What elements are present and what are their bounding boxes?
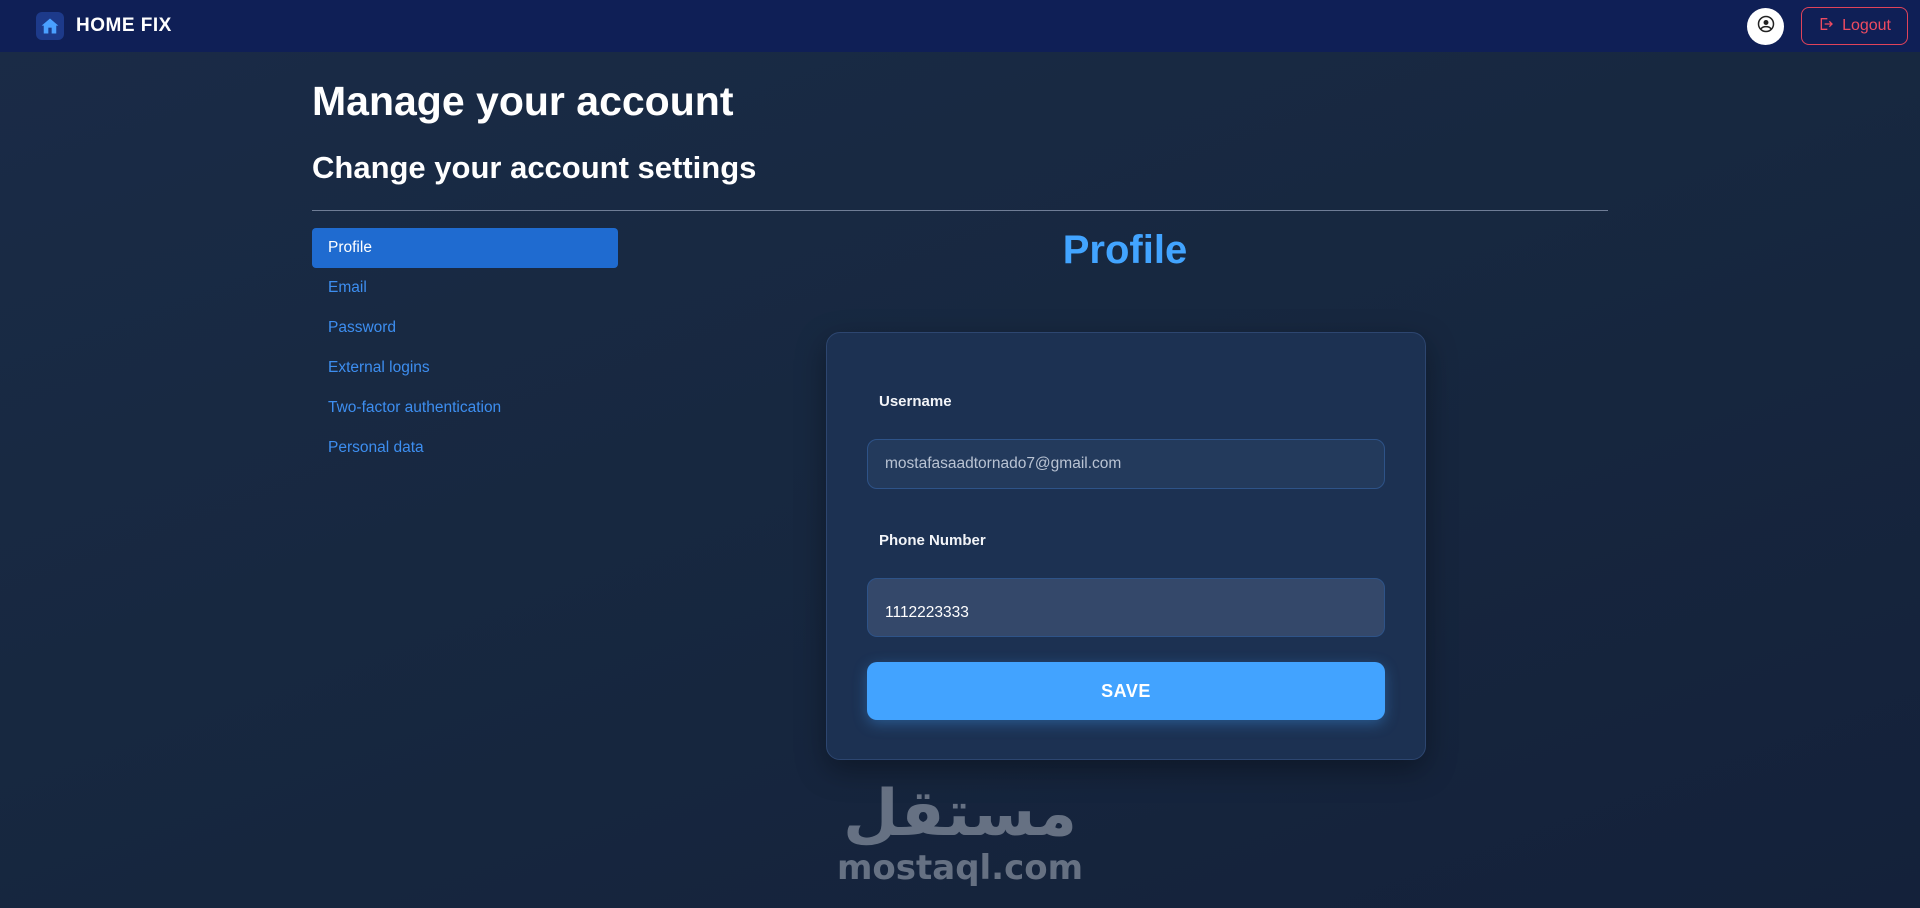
sidenav-item-two-factor[interactable]: Two-factor authentication: [312, 388, 618, 428]
watermark-logo: مستقل mostaql.com: [837, 777, 1083, 894]
profile-form-card: Username mostafasaadtornado7@gmail.com P…: [826, 332, 1426, 760]
sidenav-item-external-logins[interactable]: External logins: [312, 348, 618, 388]
username-label: Username: [879, 393, 952, 410]
username-field[interactable]: mostafasaadtornado7@gmail.com: [867, 439, 1385, 489]
logout-label: Logout: [1842, 17, 1891, 34]
logout-icon: [1818, 16, 1834, 37]
sidenav-item-profile[interactable]: Profile: [312, 228, 618, 268]
user-circle-icon: [1757, 15, 1775, 38]
house-icon: [36, 12, 64, 40]
page-subtitle: Change your account settings: [312, 150, 757, 185]
brand[interactable]: HOME FIX: [36, 12, 172, 40]
divider: [312, 210, 1608, 211]
watermark-latin: mostaql.com: [836, 848, 1084, 888]
watermark-arabic: مستقل: [842, 777, 1078, 851]
navbar: HOME FIX Logout: [0, 0, 1920, 52]
account-sidenav: Profile Email Password External logins T…: [312, 228, 618, 468]
save-button[interactable]: SAVE: [867, 662, 1385, 720]
page-title: Manage your account: [312, 78, 734, 124]
sidenav-item-email[interactable]: Email: [312, 268, 618, 308]
phone-label: Phone Number: [879, 532, 986, 549]
profile-heading: Profile: [1062, 228, 1188, 272]
logout-button[interactable]: Logout: [1801, 7, 1908, 45]
sidenav-item-personal-data[interactable]: Personal data: [312, 428, 618, 468]
brand-name: HOME FIX: [76, 15, 172, 36]
user-profile-button[interactable]: [1747, 7, 1785, 45]
nav-actions: Logout: [1747, 7, 1908, 45]
sidenav-item-password[interactable]: Password: [312, 308, 618, 348]
phone-number-field[interactable]: 1112223333: [867, 578, 1385, 637]
